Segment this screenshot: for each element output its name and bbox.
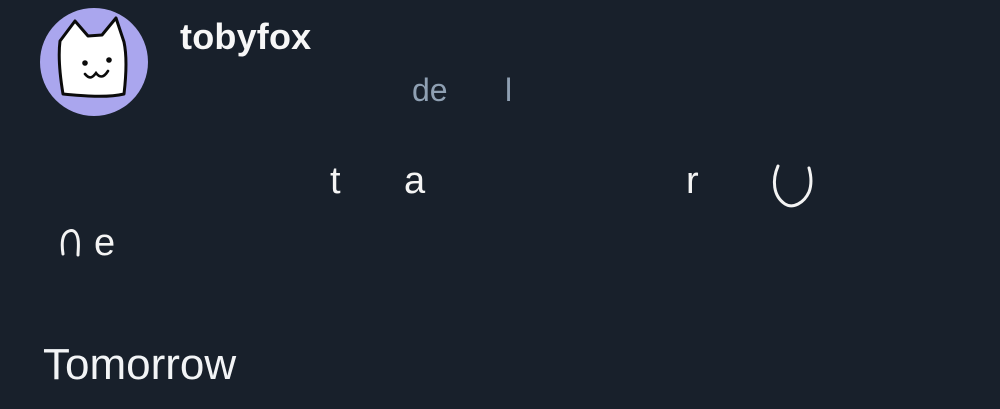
social-post: tobyfox de l t a r e Tomorrow bbox=[0, 0, 1000, 409]
post-text-fragment: a bbox=[404, 160, 426, 202]
meta-fragment: l bbox=[505, 72, 513, 108]
handwritten-stroke-icon bbox=[772, 164, 813, 208]
username[interactable]: tobyfox bbox=[180, 16, 311, 58]
post-meta: de l bbox=[0, 72, 1000, 112]
meta-fragment: de bbox=[412, 72, 448, 108]
handwritten-stroke-icon bbox=[60, 229, 80, 257]
post-text-fragment: t bbox=[330, 160, 341, 202]
post-text-fragment: r bbox=[686, 160, 699, 202]
post-text-fragment: e bbox=[94, 222, 116, 264]
footer-label: Tomorrow bbox=[43, 340, 237, 389]
